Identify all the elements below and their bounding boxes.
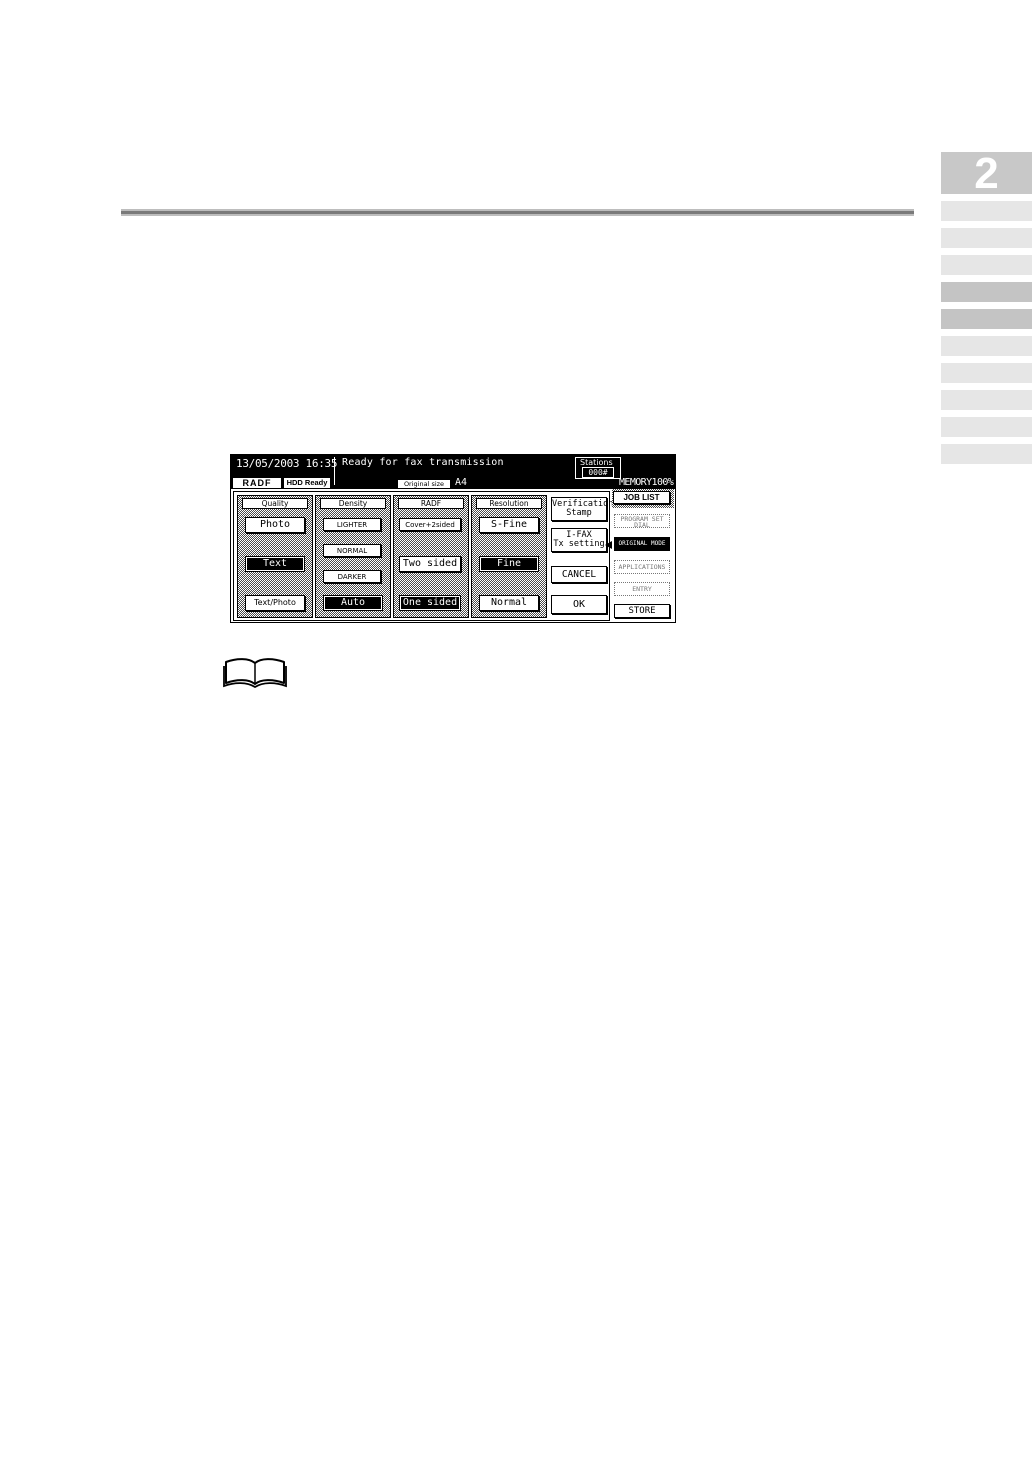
density-darker-button[interactable]: DARKER [323,570,381,583]
ok-button[interactable]: OK [551,595,607,614]
radf-badge: RADF [233,478,281,488]
chapter-side-tab [941,309,1032,329]
stations-count: 000# [582,467,614,478]
density-lighter-button[interactable]: LIGHTER [323,518,381,531]
entry-button[interactable]: ENTRY [614,582,670,596]
density-normal-button[interactable]: NORMAL [323,544,381,557]
radf-two-sided-button[interactable]: Two sided [399,556,461,572]
resolution-fine-button[interactable]: Fine [479,556,539,572]
chapter-side-tab [941,417,1032,437]
chapter-side-tab [941,228,1032,248]
radf-header: RADF [398,498,464,509]
fax-control-panel: 13/05/2003 16:35 Ready for fax transmiss… [230,454,676,623]
ifax-tx-setting-button[interactable]: I-FAX Tx setting [551,528,607,552]
chapter-number-tab: 2 [941,152,1032,194]
job-list-button[interactable]: JOB LIST [613,491,670,504]
chapter-side-tab [941,282,1032,302]
radf-cover-2sided-button[interactable]: Cover+2sided [399,518,461,531]
stamp-label: Stamp [566,508,592,518]
radf-one-sided-button[interactable]: One sided [399,595,461,611]
program-set-dial-button[interactable]: PROGRAM SET DIAL [614,514,670,528]
chapter-side-tab [941,255,1032,275]
original-size-label: Original size [398,480,450,488]
stations-box: Stations 000# [575,457,621,479]
resolution-column: Resolution S-Fine Fine Normal [471,495,547,618]
quality-text-button[interactable]: Text [245,556,305,572]
tx-setting-label: Tx setting [553,539,605,549]
header-divider [334,457,335,485]
applications-button[interactable]: APPLICATIONS [614,560,670,574]
chapter-side-tab [941,336,1032,356]
chapter-side-tab [941,201,1032,221]
resolution-s-fine-button[interactable]: S-Fine [479,517,539,533]
chapter-side-tab [941,390,1032,410]
radf-column: RADF Cover+2sided Two sided One sided [393,495,469,618]
hdd-ready-badge: HDD Ready [284,478,330,488]
action-buttons: Verification Stamp I-FAX Tx setting CANC… [551,495,613,619]
chapter-side-tab [941,444,1032,464]
resolution-normal-button[interactable]: Normal [479,595,539,611]
quality-column: Quality Photo Text Text/Photo [237,495,313,618]
density-column: Density LIGHTER NORMAL DARKER Auto [315,495,391,618]
pointer-arrow-icon [605,541,612,549]
original-size-value: A4 [455,477,468,488]
quality-header: Quality [242,498,308,509]
datetime-display: 13/05/2003 16:35 [236,457,338,470]
status-message: Ready for fax transmission [342,457,504,468]
resolution-header: Resolution [476,498,542,509]
cancel-button[interactable]: CANCEL [551,566,607,583]
memory-indicator: MEMORY100% [619,477,674,488]
verification-stamp-button[interactable]: Verification Stamp [551,497,613,521]
density-header: Density [320,498,386,509]
book-icon [223,658,287,688]
quality-photo-button[interactable]: Photo [245,517,305,533]
stations-label: Stations [580,458,613,467]
panel-header: 13/05/2003 16:35 Ready for fax transmiss… [231,455,675,489]
section-divider [121,209,914,216]
original-mode-button[interactable]: ORIGINAL MODE [614,537,670,551]
quality-text-photo-button[interactable]: Text/Photo [245,595,305,611]
chapter-side-tab [941,363,1032,383]
right-menu: JOB LIST PROGRAM SET DIAL ORIGINAL MODE … [612,489,674,622]
density-auto-button[interactable]: Auto [323,595,383,611]
store-button[interactable]: STORE [614,604,670,618]
